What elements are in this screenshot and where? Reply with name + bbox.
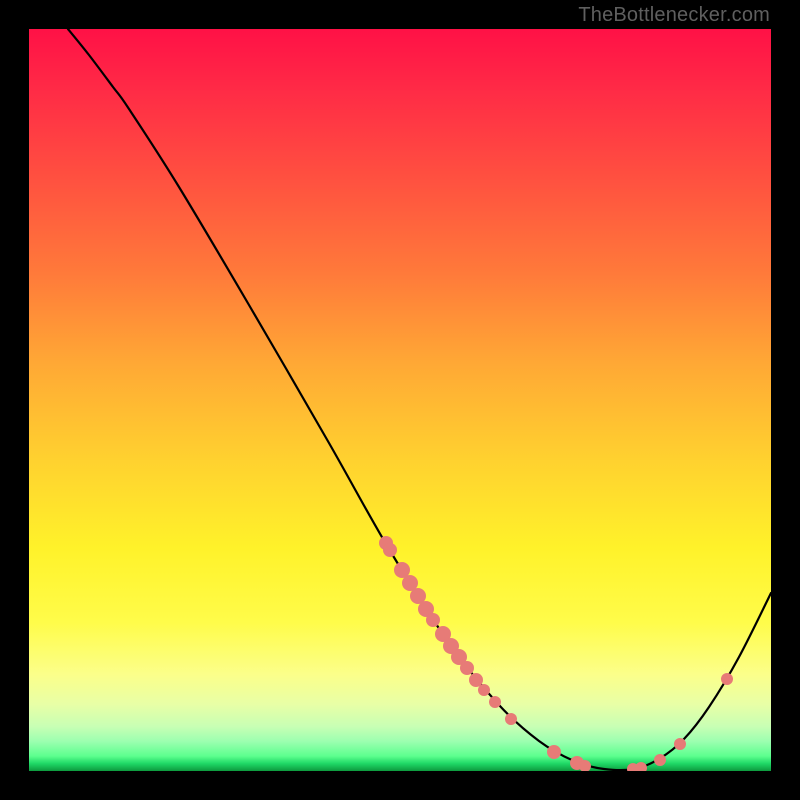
data-points-group (379, 536, 733, 771)
data-point (383, 543, 397, 557)
data-point (489, 696, 501, 708)
chart-svg (29, 29, 771, 771)
data-point (635, 762, 647, 771)
data-point (505, 713, 517, 725)
data-point (426, 613, 440, 627)
data-point (460, 661, 474, 675)
data-point (674, 738, 686, 750)
attribution-label: TheBottlenecker.com (578, 4, 770, 27)
data-point (478, 684, 490, 696)
bottleneck-curve (68, 29, 771, 770)
data-point (721, 673, 733, 685)
chart-container: TheBottlenecker.com (0, 0, 800, 800)
data-point (547, 745, 561, 759)
data-point (654, 754, 666, 766)
